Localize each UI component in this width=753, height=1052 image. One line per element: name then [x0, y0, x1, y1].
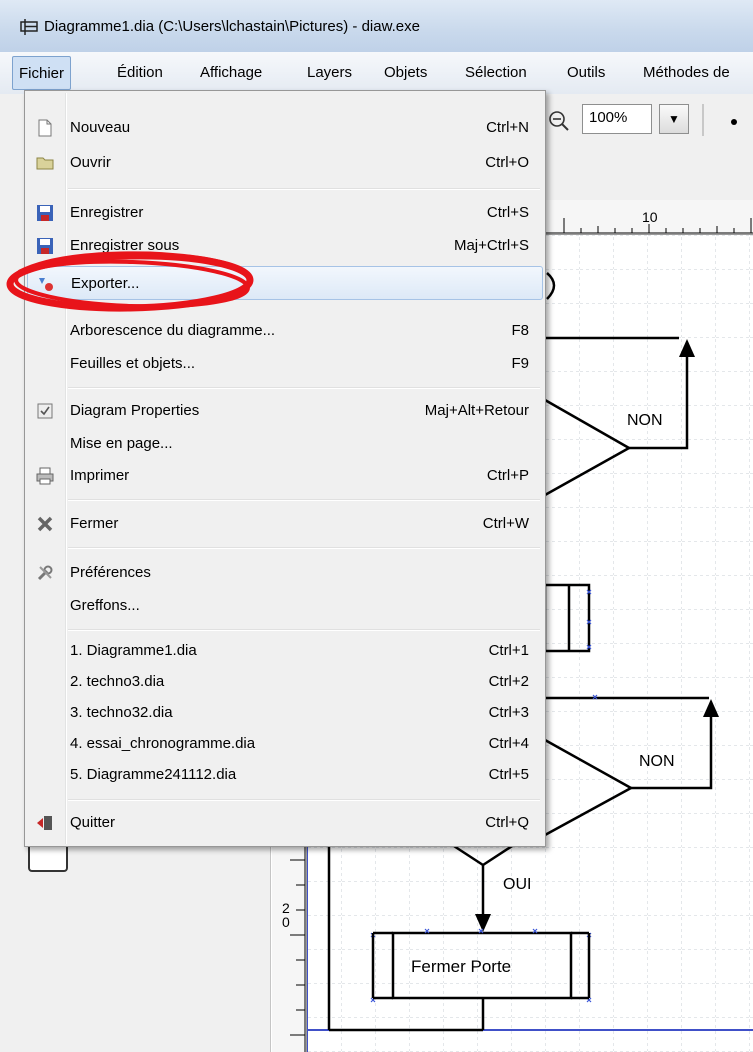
flow-label-non: NON: [627, 412, 663, 429]
menu-item-shortcut: Ctrl+S: [486, 204, 529, 221]
menu-item-label: Exporter...: [71, 275, 140, 292]
properties-icon: [36, 402, 54, 420]
process-box-label: Fermer Porte: [411, 957, 512, 976]
menu-item-label: Diagram Properties: [70, 402, 200, 419]
menu-separator: [68, 188, 540, 190]
folder-open-icon: [36, 154, 54, 172]
save-icon: [36, 204, 54, 222]
menu-item-imprimer[interactable]: Imprimer Ctrl+P: [27, 461, 543, 491]
menu-item-shortcut: Ctrl+O: [485, 154, 529, 171]
zoom-out-icon[interactable]: [548, 110, 570, 132]
save-as-icon: [36, 237, 54, 255]
menu-item-shortcut: Ctrl+4: [488, 735, 529, 752]
menu-item-label: Nouveau: [70, 119, 131, 136]
menu-item-recent-2[interactable]: 2. techno3.dia Ctrl+2: [27, 667, 543, 697]
menu-item-recent-1[interactable]: 1. Diagramme1.dia Ctrl+1: [27, 636, 543, 666]
menu-item-greffons[interactable]: Greffons...: [27, 591, 543, 621]
menu-edition[interactable]: Édition: [117, 64, 163, 81]
menu-methodes[interactable]: Méthodes de: [643, 64, 730, 81]
menu-layers[interactable]: Layers: [307, 64, 352, 81]
menu-separator: [68, 387, 540, 389]
toolbar-dot-icon[interactable]: [731, 119, 737, 125]
export-icon: [37, 275, 55, 293]
menu-item-label: Ouvrir: [70, 154, 111, 171]
menu-item-shortcut: Ctrl+W: [482, 515, 529, 532]
menu-item-label: 3. techno32.dia: [70, 704, 173, 721]
flow-label-oui: OUI: [503, 876, 532, 893]
menu-item-label: 2. techno3.dia: [70, 673, 165, 690]
menu-item-preferences[interactable]: Préférences: [27, 558, 543, 588]
window-title: Diagramme1.dia (C:\Users\lchastain\Pictu…: [44, 18, 420, 35]
quit-icon: [36, 814, 54, 832]
menu-item-quitter[interactable]: Quitter Ctrl+Q: [27, 808, 543, 838]
menu-item-shortcut: Ctrl+N: [486, 119, 529, 136]
close-icon: [36, 515, 54, 533]
menu-outils[interactable]: Outils: [567, 64, 605, 81]
chevron-down-icon: ▼: [668, 112, 680, 126]
menu-item-recent-5[interactable]: 5. Diagramme241112.dia Ctrl+5: [27, 760, 543, 790]
menu-item-diagram-properties[interactable]: Diagram Properties Maj+Alt+Retour: [27, 396, 543, 426]
menu-affichage[interactable]: Affichage: [200, 64, 262, 81]
menubar: Fichier Édition Affichage Layers Objets …: [0, 52, 753, 95]
menu-item-shortcut: Ctrl+2: [488, 673, 529, 690]
menu-item-label: Préférences: [70, 564, 151, 581]
menu-objets[interactable]: Objets: [384, 64, 427, 81]
menu-item-label: Enregistrer sous: [70, 237, 180, 254]
menu-item-label: Enregistrer: [70, 204, 144, 221]
menu-item-enregistrer[interactable]: Enregistrer Ctrl+S: [27, 198, 543, 228]
menu-separator: [68, 629, 540, 631]
printer-icon: [36, 467, 54, 485]
menu-item-mise-en-page[interactable]: Mise en page...: [27, 429, 543, 459]
menu-item-shortcut: F8: [511, 322, 529, 339]
menu-item-shortcut: Maj+Ctrl+S: [453, 237, 529, 254]
menu-item-shortcut: Ctrl+1: [488, 642, 529, 659]
menu-item-shortcut: F9: [511, 355, 529, 372]
zoom-input[interactable]: 100%: [582, 104, 652, 134]
toolbar-separator: [702, 104, 704, 136]
menu-item-enregistrer-sous[interactable]: Enregistrer sous Maj+Ctrl+S: [27, 231, 543, 261]
menu-item-recent-3[interactable]: 3. techno32.dia Ctrl+3: [27, 698, 543, 728]
menu-item-shortcut: Maj+Alt+Retour: [424, 402, 529, 419]
menu-item-label: Quitter: [70, 814, 116, 831]
window-titlebar: Diagramme1.dia (C:\Users\lchastain\Pictu…: [0, 0, 753, 53]
menu-item-label: Arborescence du diagramme...: [70, 322, 276, 339]
menu-separator: [68, 799, 540, 801]
menu-item-label: Imprimer: [70, 467, 130, 484]
menu-item-exporter[interactable]: Exporter...: [27, 266, 543, 300]
menu-item-shortcut: Ctrl+5: [488, 766, 529, 783]
menu-item-label: 4. essai_chronogramme.dia: [70, 735, 256, 752]
flow-label-non: NON: [639, 753, 675, 770]
zoom-dropdown-button[interactable]: ▼: [659, 104, 689, 134]
menu-item-fermer[interactable]: Fermer Ctrl+W: [27, 509, 543, 539]
menu-item-ouvrir[interactable]: Ouvrir Ctrl+O: [27, 148, 543, 178]
menu-item-shortcut: Ctrl+3: [488, 704, 529, 721]
preferences-icon: [36, 564, 54, 582]
menu-separator: [68, 547, 540, 549]
ruler-label: 0: [282, 914, 290, 930]
menu-item-recent-4[interactable]: 4. essai_chronogramme.dia Ctrl+4: [27, 729, 543, 759]
dia-app-icon: [20, 19, 38, 35]
menu-item-label: 5. Diagramme241112.dia: [70, 766, 237, 783]
menu-item-arborescence[interactable]: Arborescence du diagramme... F8: [27, 316, 543, 346]
menu-item-label: 1. Diagramme1.dia: [70, 642, 197, 659]
menu-separator: [68, 499, 540, 501]
ruler-label: 10: [642, 209, 658, 225]
fichier-menu: Nouveau Ctrl+N Ouvrir Ctrl+O Enregistrer…: [24, 90, 546, 847]
menu-item-label: Mise en page...: [70, 435, 173, 452]
new-document-icon: [36, 119, 54, 137]
menu-item-label: Fermer: [70, 515, 119, 532]
menu-item-feuilles-objets[interactable]: Feuilles et objets... F9: [27, 349, 543, 379]
menu-item-nouveau[interactable]: Nouveau Ctrl+N: [27, 113, 543, 143]
menu-item-shortcut: Ctrl+Q: [485, 814, 529, 831]
menu-item-shortcut: Ctrl+P: [486, 467, 529, 484]
menu-selection[interactable]: Sélection: [465, 64, 527, 81]
menu-fichier[interactable]: Fichier: [12, 56, 72, 90]
menu-item-label: Feuilles et objets...: [70, 355, 196, 372]
menu-item-label: Greffons...: [70, 597, 140, 614]
